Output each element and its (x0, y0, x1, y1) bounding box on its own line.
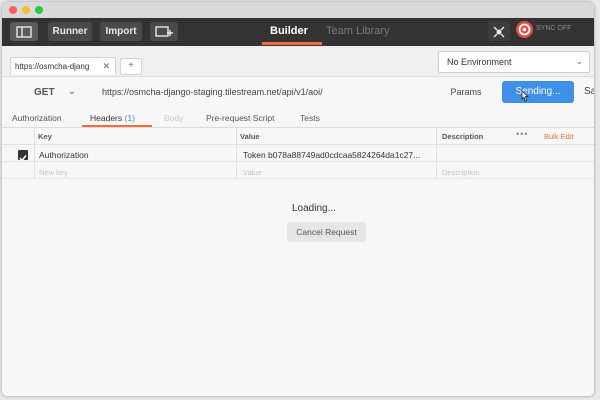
import-button[interactable]: Import (100, 22, 142, 41)
loading-text: Loading... (292, 203, 336, 214)
tab-builder[interactable]: Builder (270, 25, 308, 37)
more-options-icon[interactable]: ••• (516, 129, 528, 139)
url-input[interactable] (94, 82, 442, 102)
tab-headers-label: Headers (90, 113, 123, 123)
satellite-icon (493, 26, 505, 37)
column-description: Description (442, 132, 484, 141)
environment-label: No Environment (447, 57, 512, 67)
minimize-window-icon[interactable] (22, 6, 30, 14)
chevron-down-icon: ⌄ (575, 56, 583, 66)
title-bar (2, 2, 594, 18)
tab-headers[interactable]: Headers (1) (90, 113, 135, 123)
tab-team-library[interactable]: Team Library (326, 25, 390, 37)
new-window-button[interactable] (150, 22, 178, 41)
interceptor-button[interactable] (488, 22, 510, 41)
close-window-icon[interactable] (9, 6, 17, 14)
sidebar-icon (16, 25, 32, 38)
send-button[interactable]: Sending... (502, 81, 574, 103)
mouse-cursor-icon (521, 90, 529, 102)
column-divider (436, 128, 437, 179)
close-tab-icon[interactable]: ✕ (102, 61, 110, 72)
sync-icon[interactable] (516, 21, 533, 38)
sync-status-label: SYNC OFF (536, 25, 572, 32)
tab-headers-count: (1) (124, 113, 135, 123)
maximize-window-icon[interactable] (35, 6, 43, 14)
sidebar-toggle-button[interactable] (10, 22, 38, 41)
app-window: Runner Import Builder Team Library https… (2, 2, 594, 396)
header-value-cell[interactable]: Token b078a88749ad0cdcaa5824264da1c27... (243, 150, 420, 160)
add-tab-button[interactable]: + (120, 58, 142, 75)
table-row-new (2, 162, 594, 179)
column-divider (236, 128, 237, 179)
method-label: GET (34, 87, 55, 98)
sync-off-icon (518, 23, 531, 36)
new-value-input[interactable]: Value (243, 168, 262, 177)
plus-icon: + (128, 60, 134, 71)
column-divider (34, 128, 35, 179)
new-key-input[interactable]: New key (39, 168, 68, 177)
params-button[interactable]: Params (438, 82, 494, 102)
active-tab-underline (262, 42, 322, 45)
chevron-down-icon: ⌄ (68, 86, 76, 96)
save-button[interactable]: Sa (584, 81, 594, 103)
tab-tests[interactable]: Tests (300, 113, 320, 123)
column-value: Value (240, 132, 260, 141)
method-select[interactable]: GET ⌄ (12, 82, 87, 102)
tab-body[interactable]: Body (164, 113, 183, 123)
tab-prerequest-script[interactable]: Pre-request Script (206, 113, 275, 123)
active-subtab-underline (82, 125, 152, 127)
header-key-cell[interactable]: Authorization (39, 150, 89, 160)
header-enabled-checkbox[interactable] (18, 150, 28, 162)
new-window-icon (155, 26, 173, 37)
cancel-request-button[interactable]: Cancel Request (287, 222, 366, 242)
tab-authorization[interactable]: Authorization (12, 113, 62, 123)
request-tab-label: https://osmcha-djang (15, 62, 90, 71)
headers-table-header (2, 128, 594, 145)
request-tab[interactable]: https://osmcha-djang ✕ (10, 57, 116, 75)
new-description-input[interactable]: Description (442, 168, 480, 177)
column-key: Key (38, 132, 52, 141)
runner-button[interactable]: Runner (48, 22, 92, 41)
bulk-edit-link[interactable]: Bulk Edit (544, 132, 574, 141)
environment-select[interactable]: No Environment ⌄ (438, 51, 590, 73)
